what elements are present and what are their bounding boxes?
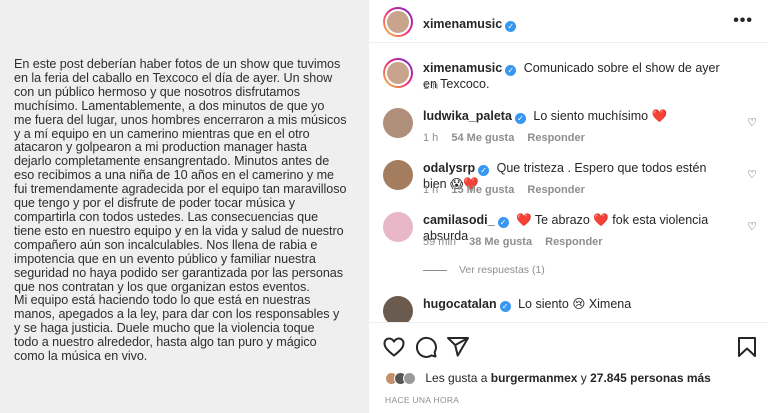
comment-text: Lo siento 😢 Ximena	[518, 297, 632, 311]
heart-icon[interactable]	[382, 335, 406, 359]
view-replies-button[interactable]: Ver respuestas (1)	[423, 264, 545, 276]
caption: ximenamusic ✓ Comunicado sobre el show de…	[369, 56, 768, 96]
heart-icon[interactable]: ♡	[747, 116, 757, 129]
comment-time: 1 h	[423, 184, 439, 196]
post-timestamp: HACE UNA HORA	[385, 395, 460, 405]
verified-icon: ✓	[499, 301, 511, 312]
comments-list: ximenamusic ✓ Comunicado sobre el show de…	[369, 44, 768, 322]
divider	[423, 269, 447, 271]
likes-middle: y	[577, 371, 591, 385]
post-image: En este post deberían haber fotos de un …	[0, 0, 368, 413]
caption-time: 1 h	[423, 80, 439, 92]
avatar[interactable]	[383, 160, 413, 190]
avatar	[403, 372, 416, 386]
comment-icon[interactable]	[414, 335, 438, 359]
comment-username[interactable]: ludwika_paleta	[423, 109, 512, 123]
verified-icon: ✓	[505, 65, 517, 76]
avatar[interactable]	[383, 296, 413, 322]
comment-item: ludwika_paleta ✓ Lo siento muchísimo ❤️ 1…	[369, 104, 768, 148]
comment-item: camilasodi_ ✓ ❤️ Te abrazo ❤️ fok esta vi…	[369, 208, 768, 252]
caption-username[interactable]: ximenamusic	[423, 61, 502, 75]
reply-button[interactable]: Responder	[527, 132, 584, 144]
avatar[interactable]	[383, 108, 413, 138]
post-header: ximenamusic ✓ •••	[369, 0, 768, 43]
avatar[interactable]	[383, 58, 413, 88]
comment-username[interactable]: hugocatalan	[423, 297, 497, 311]
share-icon[interactable]	[446, 335, 470, 359]
post-statement-text: En este post deberían haber fotos de un …	[14, 57, 347, 364]
comment-item: hugocatalan ✓ Lo siento 😢 Ximena	[369, 292, 768, 322]
verified-icon: ✓	[505, 21, 517, 32]
comment-username[interactable]: camilasodi_	[423, 213, 495, 227]
comment-likes[interactable]: 15 Me gusta	[451, 184, 514, 196]
comment-time: 1 h	[423, 132, 439, 144]
avatar[interactable]	[383, 7, 413, 37]
more-icon[interactable]: •••	[733, 12, 753, 30]
reply-button[interactable]: Responder	[545, 236, 602, 248]
comment-time: 59 min	[423, 236, 457, 248]
comment-item: odalysrp ✓ Que tristeza . Espero que todo…	[369, 156, 768, 200]
comment-username[interactable]: odalysrp	[423, 161, 475, 175]
likes-user[interactable]: burgermanmex	[491, 371, 578, 385]
verified-icon: ✓	[497, 217, 509, 228]
likes-count[interactable]: 27.845 personas más	[590, 371, 711, 385]
likes-prefix: Les gusta a	[425, 371, 491, 385]
heart-icon[interactable]: ♡	[747, 220, 757, 233]
view-replies-label: Ver respuestas (1)	[459, 264, 545, 276]
comment-likes[interactable]: 38 Me gusta	[469, 236, 532, 248]
heart-icon[interactable]: ♡	[747, 168, 757, 181]
avatar[interactable]	[383, 212, 413, 242]
comment-likes[interactable]: 54 Me gusta	[451, 132, 514, 144]
comment-text: Lo siento muchísimo ❤️	[533, 109, 668, 123]
bookmark-icon[interactable]	[735, 335, 759, 359]
verified-icon: ✓	[514, 113, 526, 124]
likes-summary: Les gusta a burgermanmex y 27.845 person…	[385, 371, 711, 386]
action-bar: Les gusta a burgermanmex y 27.845 person…	[369, 322, 768, 413]
post-detail-panel: ximenamusic ✓ ••• ximenamusic ✓ Comunicado…	[368, 0, 768, 413]
verified-icon: ✓	[478, 165, 490, 176]
reply-button[interactable]: Responder	[527, 184, 584, 196]
header-username[interactable]: ximenamusic	[423, 17, 502, 31]
